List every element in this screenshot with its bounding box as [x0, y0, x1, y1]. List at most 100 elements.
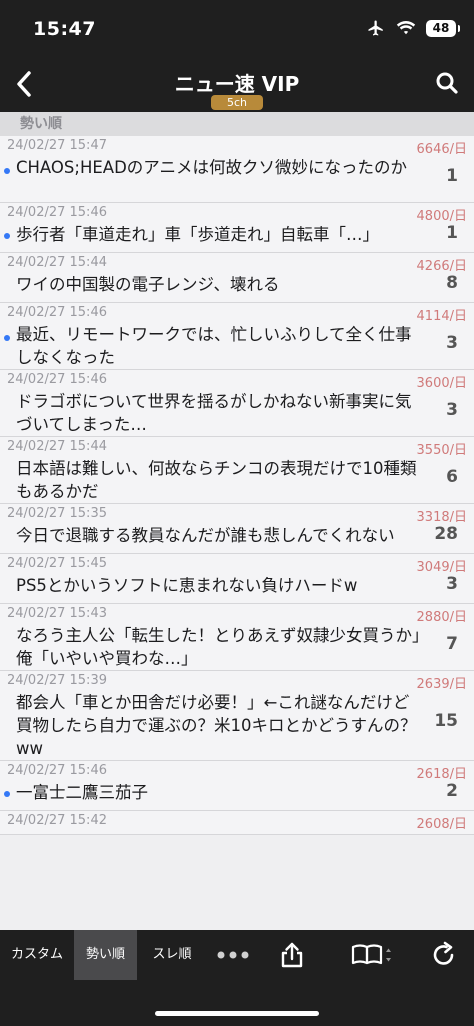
thread-date: 24/02/27 15:45	[7, 556, 107, 571]
status-time: 15:47	[33, 18, 96, 40]
tab-bar: カスタム 勢い順 スレ順	[0, 930, 474, 980]
thread-new-count: 2	[446, 781, 458, 801]
thread-row[interactable]: 24/02/27 15:46 4800/日歩行者「車道走れ」車「歩道走れ」自転車「…	[0, 203, 474, 253]
tab-custom[interactable]: カスタム	[0, 930, 74, 980]
thread-meta: 24/02/27 15:46 2618/日	[7, 763, 467, 782]
thread-row[interactable]: 24/02/27 15:44 3550/日 日本語は難しい、何故ならチンコの表現だけ…	[0, 437, 474, 504]
unread-dot	[4, 168, 10, 174]
thread-title: 今日で退職する教員なんだが誰も悲しんでくれない	[16, 526, 395, 545]
search-icon	[436, 72, 458, 94]
thread-date: 24/02/27 15:42	[7, 813, 107, 828]
nav-bar: ニュー速 VIP 5ch	[0, 62, 474, 112]
unread-dot	[4, 233, 10, 239]
thread-new-count: 28	[434, 524, 458, 544]
thread-row[interactable]: 24/02/27 15:42 2608/日	[0, 811, 474, 835]
thread-date: 24/02/27 15:44	[7, 255, 107, 270]
more-dots-icon	[217, 951, 249, 959]
thread-speed: 4800/日	[416, 209, 467, 224]
thread-speed: 6646/日	[416, 142, 467, 157]
airplane-icon	[368, 20, 383, 36]
thread-speed: 4114/日	[416, 309, 467, 324]
thread-meta: 24/02/27 15:39 2639/日	[7, 673, 467, 692]
thread-meta: 24/02/27 15:45 3049/日	[7, 556, 467, 575]
thread-new-count: 15	[434, 711, 458, 731]
thread-date: 24/02/27 15:46	[7, 763, 107, 778]
page-title: ニュー速 VIP	[174, 72, 300, 96]
thread-meta: 24/02/27 15:42 2608/日	[7, 813, 467, 832]
home-indicator[interactable]	[155, 1011, 319, 1016]
thread-row[interactable]: 24/02/27 15:35 3318/日今日で退職する教員なんだが誰も悲しんでく…	[0, 504, 474, 554]
thread-row[interactable]: 24/02/27 15:46 2618/日 一富士二鷹三茄子 2	[0, 761, 474, 811]
thread-speed: 2880/日	[416, 610, 467, 625]
thread-date: 24/02/27 15:46	[7, 205, 107, 220]
thread-meta: 24/02/27 15:35 3318/日	[7, 506, 467, 525]
thread-date: 24/02/27 15:46	[7, 305, 107, 320]
tab-thread-order[interactable]: スレ順	[140, 930, 204, 980]
tab-momentum[interactable]: 勢い順	[74, 930, 137, 980]
thread-title: なろう主人公「転生した！とりあえず奴隷少女買うか」俺「いやいや買わな…」	[16, 626, 421, 668]
book-icon	[351, 944, 391, 965]
thread-meta: 24/02/27 15:46 3600/日	[7, 372, 467, 391]
reload-button[interactable]	[424, 938, 464, 972]
thread-list: 24/02/27 15:47 6646/日 CHAOS;HEADのアニメは何故クソ微…	[0, 136, 474, 835]
thread-meta: 24/02/27 15:47 6646/日	[7, 138, 467, 157]
thread-date: 24/02/27 15:43	[7, 606, 107, 621]
search-button[interactable]	[432, 68, 462, 98]
thread-date: 24/02/27 15:35	[7, 506, 107, 521]
thread-row[interactable]: 24/02/27 15:44 4266/日ワイの中国製の電子レンジ、壊れる 8	[0, 253, 474, 303]
thread-speed: 3600/日	[416, 376, 467, 391]
more-button[interactable]	[210, 938, 256, 972]
thread-title: 都会人「車とか田舎だけ必要！」←これ謎なんだけど買物したら自力で運ぶの？米10キ…	[16, 693, 417, 758]
thread-new-count: 1	[446, 223, 458, 243]
thread-row[interactable]: 24/02/27 15:46 3600/日 ドラゴボについて世界を揺るがしかねない新…	[0, 370, 474, 437]
thread-speed: 3550/日	[416, 443, 467, 458]
thread-title: PS5とかいうソフトに恵まれない負けハードw	[16, 576, 358, 595]
thread-date: 24/02/27 15:47	[7, 138, 107, 153]
thread-title: 日本語は難しい、何故ならチンコの表現だけで10種類もあるかだ	[16, 459, 417, 501]
wifi-icon	[396, 21, 416, 35]
thread-new-count: 3	[446, 333, 458, 353]
thread-meta: 24/02/27 15:44 4266/日	[7, 255, 467, 274]
thread-title: ドラゴボについて世界を揺るがしかねない新事実に気づいてしまった…	[16, 392, 412, 434]
thread-date: 24/02/27 15:46	[7, 372, 107, 387]
home-area	[0, 980, 474, 1026]
thread-new-count: 6	[446, 467, 458, 487]
thread-row[interactable]: 24/02/27 15:46 4114/日 最近、リモートワークでは、忙しいふりして…	[0, 303, 474, 370]
thread-title: ワイの中国製の電子レンジ、壊れる	[16, 275, 280, 294]
thread-speed: 2639/日	[416, 677, 467, 692]
thread-row[interactable]: 24/02/27 15:47 6646/日 CHAOS;HEADのアニメは何故クソ微…	[0, 136, 474, 203]
unread-dot	[4, 791, 10, 797]
unread-dot	[4, 335, 10, 341]
board-badge: 5ch	[211, 95, 263, 110]
thread-title: CHAOS;HEADのアニメは何故クソ微妙になったのか	[16, 158, 407, 177]
thread-new-count: 3	[446, 400, 458, 420]
bookmark-button[interactable]	[346, 938, 398, 972]
thread-speed: 4266/日	[416, 259, 467, 274]
thread-row[interactable]: 24/02/27 15:39 2639/日 都会人「車とか田舎だけ必要！」←これ謎な…	[0, 671, 474, 761]
status-bar: 15:47 48	[0, 0, 474, 62]
thread-new-count: 1	[446, 166, 458, 186]
thread-row[interactable]: 24/02/27 15:45 3049/日 PS5とかいうソフトに恵まれない負けハー…	[0, 554, 474, 604]
thread-new-count: 3	[446, 574, 458, 594]
thread-date: 24/02/27 15:39	[7, 673, 107, 688]
thread-title: 最近、リモートワークでは、忙しいふりして全く仕事しなくなった	[16, 325, 412, 367]
thread-row[interactable]: 24/02/27 15:43 2880/日 なろう主人公「転生した！とりあえず奴隷少…	[0, 604, 474, 671]
reload-icon	[433, 941, 454, 965]
thread-meta: 24/02/27 15:43 2880/日	[7, 606, 467, 625]
thread-new-count: 7	[446, 634, 458, 654]
thread-speed: 3049/日	[416, 560, 467, 575]
thread-meta: 24/02/27 15:44 3550/日	[7, 439, 467, 458]
thread-speed: 2618/日	[416, 767, 467, 782]
share-icon	[281, 942, 303, 968]
thread-speed: 3318/日	[416, 510, 467, 525]
thread-meta: 24/02/27 15:46 4800/日	[7, 205, 467, 224]
share-button[interactable]	[272, 938, 312, 972]
thread-new-count: 8	[446, 273, 458, 293]
thread-title: 歩行者「車道走れ」車「歩道走れ」自転車「…」	[16, 225, 379, 244]
status-icons: 48	[366, 19, 460, 37]
thread-speed: 2608/日	[416, 817, 467, 832]
section-header: 勢い順	[0, 112, 474, 136]
battery-icon: 48	[426, 19, 460, 37]
thread-meta: 24/02/27 15:46 4114/日	[7, 305, 467, 324]
thread-date: 24/02/27 15:44	[7, 439, 107, 454]
